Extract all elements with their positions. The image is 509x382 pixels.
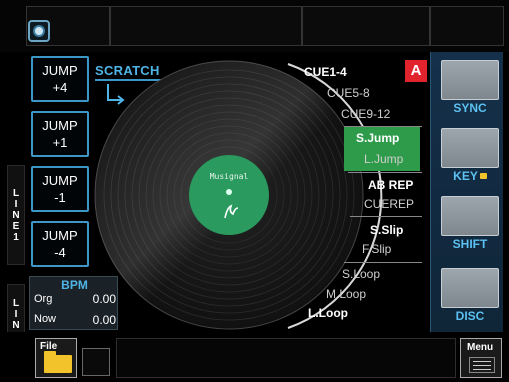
file-button[interactable]: File xyxy=(35,338,77,378)
top-slot-3 xyxy=(302,6,430,46)
shift-button[interactable] xyxy=(441,196,499,236)
cue-divider xyxy=(344,126,422,127)
menu-label: Menu xyxy=(467,342,494,353)
cue-5-8[interactable]: CUE5-8 xyxy=(327,86,370,100)
line1-char: I xyxy=(14,198,18,210)
camera-icon[interactable] xyxy=(28,20,50,42)
lock-icon xyxy=(479,173,487,179)
cue-divider xyxy=(344,262,422,263)
bpm-org-value: 0.00 xyxy=(92,292,116,306)
disc-button[interactable] xyxy=(441,268,499,308)
disc-label: DISC xyxy=(455,309,485,323)
l-loop[interactable]: L.Loop xyxy=(308,306,348,320)
jump-label: JUMP xyxy=(42,173,78,188)
key-label-text: KEY xyxy=(453,169,478,183)
line1-char: E xyxy=(12,220,20,232)
line1-char: L xyxy=(12,187,20,199)
jump-minus1-button[interactable]: JUMP -1 xyxy=(31,166,89,212)
jump-value: -1 xyxy=(54,190,66,205)
line2-char: L xyxy=(12,297,20,309)
sync-label: SYNC xyxy=(453,101,487,115)
jump-plus1-button[interactable]: JUMP +1 xyxy=(31,111,89,157)
s-jump[interactable]: S.Jump xyxy=(356,131,399,145)
folder-icon xyxy=(44,351,72,373)
jump-value: +4 xyxy=(52,80,68,95)
cue-1-4[interactable]: CUE1-4 xyxy=(304,65,347,79)
line2-char: I xyxy=(14,308,18,320)
bpm-now-label: Now xyxy=(34,313,57,325)
line2-char: N xyxy=(12,319,20,331)
bpm-panel: BPM Org 0.00 Now 0.00 xyxy=(29,276,118,330)
jump-plus4-button[interactable]: JUMP +4 xyxy=(31,56,89,102)
bottom-info-field xyxy=(116,338,456,378)
ab-rep[interactable]: AB REP xyxy=(368,178,413,192)
s-slip[interactable]: S.Slip xyxy=(370,223,403,237)
shift-label: SHIFT xyxy=(452,237,488,251)
jump-value: +1 xyxy=(52,135,68,150)
bottom-indicator[interactable] xyxy=(82,348,110,376)
record-spindle xyxy=(226,189,232,195)
bpm-title: BPM xyxy=(61,278,88,292)
sync-button[interactable] xyxy=(441,60,499,100)
bpm-org-label: Org xyxy=(34,293,53,305)
jump-minus4-button[interactable]: JUMP -4 xyxy=(31,221,89,267)
jump-value: -4 xyxy=(54,245,66,260)
cue-divider xyxy=(350,216,422,217)
turntable-disc[interactable]: Musignal xyxy=(92,58,432,333)
top-slot-2 xyxy=(110,6,302,46)
record-label-text: Musignal xyxy=(210,172,249,181)
cue-divider xyxy=(348,172,422,173)
menu-button[interactable]: Menu xyxy=(460,338,502,378)
l-jump[interactable]: L.Jump xyxy=(364,152,403,166)
line1-char: 1 xyxy=(13,231,19,243)
key-button[interactable] xyxy=(441,128,499,168)
m-loop[interactable]: M.Loop xyxy=(326,287,366,301)
jump-label: JUMP xyxy=(42,63,78,78)
key-label: KEY xyxy=(436,169,504,183)
s-loop[interactable]: S.Loop xyxy=(342,267,380,281)
line1-char: N xyxy=(12,209,20,221)
jump-label: JUMP xyxy=(42,118,78,133)
deck-a-badge: A xyxy=(405,60,427,82)
jump-label: JUMP xyxy=(42,228,78,243)
cue-9-12[interactable]: CUE9-12 xyxy=(341,107,390,121)
bpm-now-value: 0.00 xyxy=(92,313,116,327)
f-slip[interactable]: F.Slip xyxy=(362,242,391,256)
cue-rep[interactable]: CUEREP xyxy=(364,197,414,211)
line1-strip[interactable]: L I N E 1 xyxy=(7,165,25,265)
top-slot-4 xyxy=(430,6,504,46)
menu-list-icon xyxy=(469,357,495,373)
